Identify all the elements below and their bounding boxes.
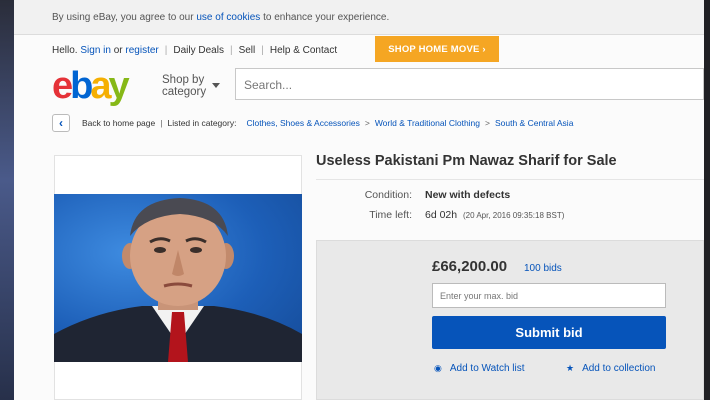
add-to-collection-link[interactable]: ★ Add to collection — [566, 363, 655, 374]
cookie-prefix: By using eBay, you agree to our — [52, 12, 197, 23]
title-divider — [316, 179, 704, 180]
breadcrumb-clothes[interactable]: Clothes, Shoes & Accessories — [246, 118, 359, 128]
right-frame-edge — [704, 0, 710, 400]
ebay-logo[interactable]: ebay — [52, 66, 130, 106]
bid-count-link[interactable]: 100 bids — [524, 263, 562, 274]
or-text: or — [113, 44, 123, 56]
chevron-down-icon — [212, 83, 220, 88]
star-icon: ★ — [566, 363, 575, 373]
nav-divider: | — [261, 44, 264, 56]
current-price: £66,200.00 — [432, 258, 508, 275]
end-time-detail: (20 Apr, 2016 09:35:18 BST) — [462, 211, 565, 220]
search-placeholder: Search... — [244, 78, 293, 92]
cookie-notice-bar: By using eBay, you agree to our use of c… — [14, 0, 704, 35]
breadcrumb-chevron: > — [364, 118, 370, 128]
shop-by-line2: category — [162, 86, 207, 98]
watchlist-label: Add to Watch list — [449, 363, 525, 374]
back-arrow-icon[interactable]: ‹ — [52, 114, 70, 132]
shop-home-move-button[interactable]: SHOP HOME MOVE › — [375, 36, 499, 62]
top-navigation: Hello. Sign in or register | Daily Deals… — [52, 38, 337, 62]
ebay-listing-page: By using eBay, you agree to our use of c… — [14, 0, 704, 400]
time-left-value: 6d 02h (20 Apr, 2016 09:35:18 BST) — [425, 209, 565, 221]
listing-title: Useless Pakistani Pm Nawaz Sharif for Sa… — [316, 153, 617, 169]
breadcrumb-world-traditional[interactable]: World & Traditional Clothing — [375, 118, 480, 128]
shop-by-category-dropdown[interactable]: Shop by category — [162, 74, 220, 98]
breadcrumb-chevron: > — [485, 118, 490, 128]
daily-deals-link[interactable]: Daily Deals — [173, 45, 224, 56]
left-frame-edge — [0, 0, 14, 400]
add-to-watchlist-link[interactable]: ◉ Add to Watch list — [434, 363, 525, 374]
item-photo[interactable] — [54, 194, 302, 362]
greeting: Hello. — [52, 44, 78, 56]
condition-label: Condition: — [364, 189, 412, 201]
time-left-label: Time left: — [369, 209, 412, 221]
condition-value: New with defects — [425, 189, 511, 201]
breadcrumb-south-central-asia[interactable]: South & Central Asia — [495, 118, 573, 128]
max-bid-input[interactable]: Enter your max. bid — [432, 283, 666, 308]
nav-divider: | — [229, 44, 233, 56]
submit-bid-button[interactable]: Submit bid — [432, 316, 666, 349]
search-input[interactable]: Search... — [235, 68, 704, 100]
sign-in-link[interactable]: Sign in — [80, 45, 111, 56]
cookie-suffix: to enhance your experience. — [260, 12, 390, 23]
back-to-home-link[interactable]: Back to home page — [82, 118, 155, 128]
listed-in-label: Listed in category: — [167, 118, 237, 128]
breadcrumb-divider: | — [160, 118, 163, 128]
cookies-link[interactable]: use of cookies — [196, 12, 260, 23]
eye-icon: ◉ — [434, 363, 442, 373]
breadcrumb: ‹ Back to home page | Listed in category… — [52, 112, 573, 134]
register-link[interactable]: register — [125, 45, 158, 56]
collection-label: Add to collection — [582, 363, 656, 374]
portrait-illustration — [54, 198, 302, 362]
sell-link[interactable]: Sell — [239, 45, 256, 56]
nav-divider: | — [164, 44, 168, 56]
cookie-notice-text: By using eBay, you agree to our use of c… — [52, 12, 389, 23]
shop-by-line1: Shop by — [162, 74, 205, 86]
help-contact-link[interactable]: Help & Contact — [270, 45, 337, 56]
